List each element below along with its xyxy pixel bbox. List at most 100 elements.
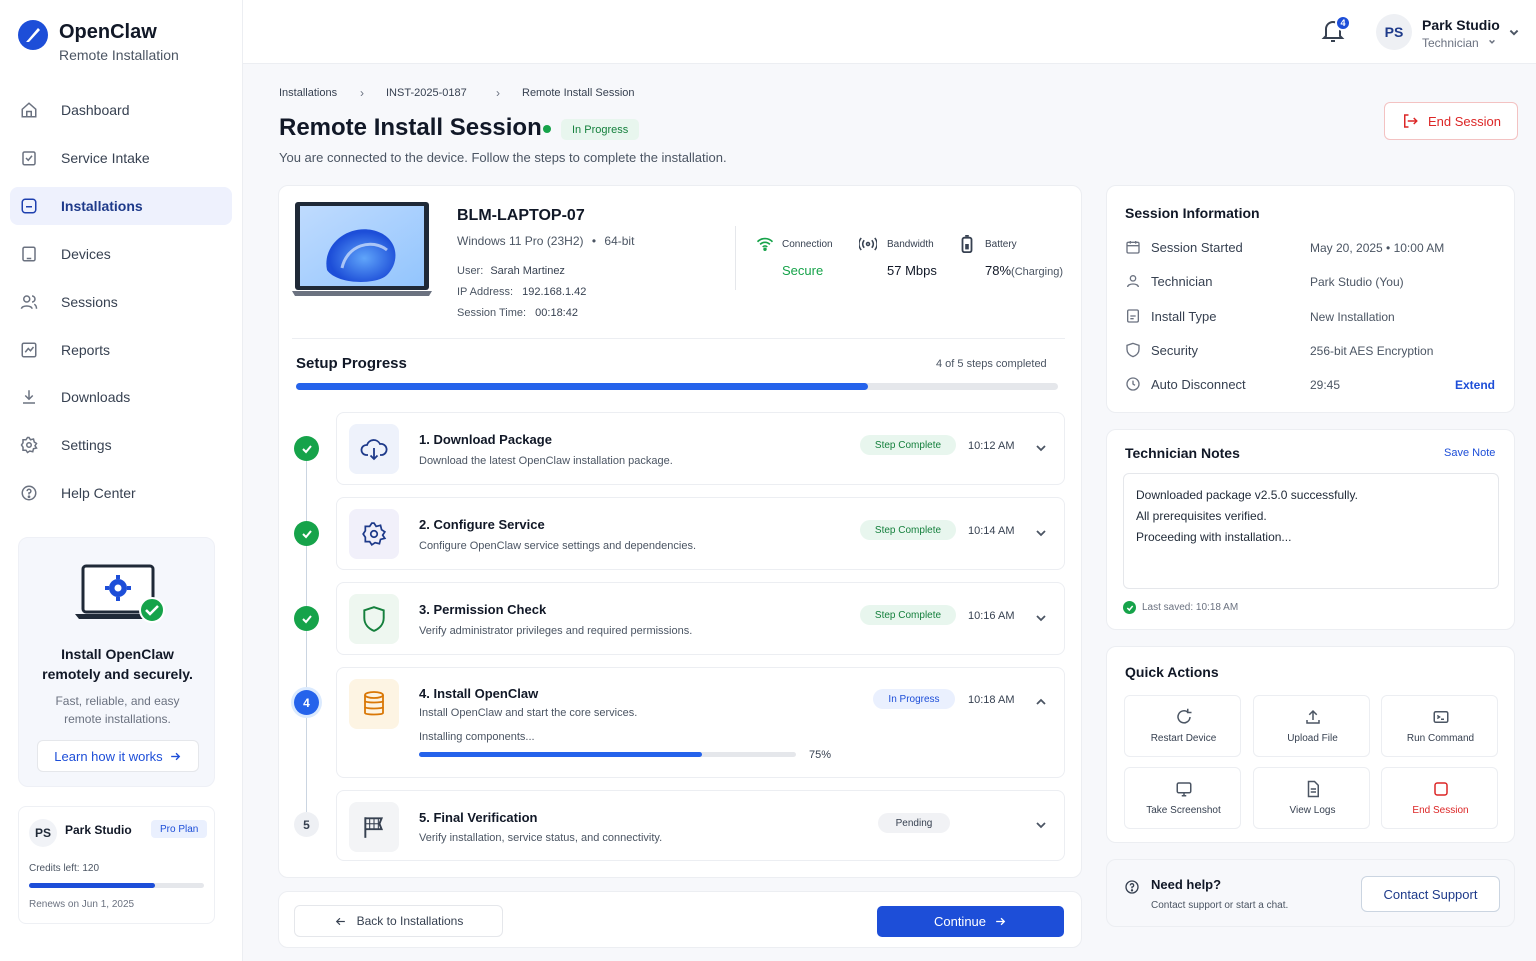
- page-subtitle: You are connected to the device. Follow …: [279, 150, 727, 165]
- steps-completed-count: 4 of 5 steps completed: [936, 358, 1047, 370]
- wifi-icon: [756, 237, 774, 251]
- tablet-icon: [22, 246, 36, 262]
- info-label: Install Type: [1151, 309, 1217, 324]
- session-started-row: Session Started May 20, 2025 • 10:00 AM: [1125, 238, 1495, 258]
- sidebar-item-label: Installations: [61, 198, 143, 214]
- chevron-down-icon[interactable]: [1034, 611, 1048, 625]
- note-line: All prerequisites verified.: [1136, 509, 1267, 523]
- promo-title: Install OpenClaw remotely and securely.: [19, 644, 216, 684]
- info-icon: [1125, 880, 1139, 894]
- quick-action-label: Run Command: [1406, 733, 1475, 744]
- chevron-down-icon[interactable]: [1034, 818, 1048, 832]
- notifications-button[interactable]: 4: [1321, 15, 1351, 46]
- sidebar-item-downloads[interactable]: Downloads: [10, 378, 232, 416]
- continue-button[interactable]: Continue: [877, 906, 1064, 937]
- chart-icon: [21, 342, 37, 358]
- extend-link[interactable]: Extend: [1455, 378, 1495, 392]
- upload-icon: [1306, 709, 1320, 724]
- end-session-quick-button[interactable]: End Session: [1381, 767, 1498, 829]
- step-final-verification[interactable]: 5. Final Verification Verify installatio…: [336, 790, 1065, 861]
- chevron-up-icon[interactable]: [1034, 695, 1048, 709]
- notification-count-badge: 4: [1335, 15, 1351, 31]
- chevron-down-icon[interactable]: [1034, 441, 1048, 455]
- install-progress-percent: 75%: [809, 749, 832, 761]
- step-permission-check[interactable]: 3. Permission Check Verify administrator…: [336, 582, 1065, 655]
- promo-card: Install OpenClaw remotely and securely. …: [18, 537, 215, 787]
- step-description: Configure OpenClaw service settings and …: [419, 540, 696, 552]
- device-ip-label: IP Address:: [457, 286, 514, 298]
- sidebar-item-devices[interactable]: Devices: [10, 235, 232, 273]
- end-session-button[interactable]: End Session: [1384, 102, 1518, 140]
- user-icon: [1127, 275, 1139, 288]
- notes-title: Technician Notes: [1125, 445, 1240, 461]
- clock-icon: [1126, 377, 1140, 391]
- view-logs-button[interactable]: View Logs: [1253, 767, 1370, 829]
- help-title: Need help?: [1151, 877, 1222, 892]
- step-time: 10:14 AM: [968, 525, 1015, 537]
- help-icon: [21, 485, 37, 501]
- quick-actions-card: Quick Actions Restart Device Upload File…: [1106, 646, 1515, 843]
- laptop-image: [292, 200, 434, 298]
- last-saved: Last saved: 10:18 AM: [1142, 602, 1239, 613]
- sidebar-item-help-center[interactable]: Help Center: [10, 474, 232, 512]
- user-role: Technician: [1422, 36, 1479, 50]
- sidebar-item-settings[interactable]: Settings: [10, 426, 232, 464]
- help-card: Need help? Contact support or start a ch…: [1106, 859, 1515, 927]
- step-title: 4. Install OpenClaw: [419, 686, 539, 701]
- openclaw-logo-icon: [18, 20, 48, 50]
- step-install-openclaw[interactable]: 4. Install OpenClaw Install OpenClaw and…: [336, 667, 1065, 778]
- take-screenshot-button[interactable]: Take Screenshot: [1124, 767, 1241, 829]
- sidebar-item-sessions[interactable]: Sessions: [10, 283, 232, 321]
- breadcrumb-install-id[interactable]: INST-2025-0187: [386, 87, 467, 99]
- session-time-value: 00:18:42: [535, 307, 578, 319]
- user-avatar[interactable]: PS: [1376, 14, 1412, 50]
- step-status-badge: Pending: [878, 813, 950, 833]
- install-progress-fill: [419, 752, 702, 757]
- credits-bar: [29, 883, 204, 888]
- shield-icon: [349, 594, 399, 644]
- promo-desc-line2: remote installations.: [64, 712, 171, 726]
- bandwidth-value: 57 Mbps: [887, 263, 937, 278]
- step-number-active: 4: [294, 690, 319, 715]
- sidebar-item-reports[interactable]: Reports: [10, 331, 232, 369]
- step-title: 5. Final Verification: [419, 810, 538, 825]
- device-name: BLM-LAPTOP-07: [457, 207, 585, 224]
- run-command-button[interactable]: Run Command: [1381, 695, 1498, 757]
- promo-desc-line1: Fast, reliable, and easy: [55, 694, 180, 708]
- back-button[interactable]: Back to Installations: [294, 905, 503, 937]
- user-menu-chevron-icon[interactable]: [1508, 27, 1520, 39]
- sidebar-item-label: Settings: [61, 437, 112, 453]
- notes-textarea[interactable]: Downloaded package v2.5.0 successfully. …: [1123, 473, 1499, 589]
- chevron-down-icon[interactable]: [1034, 526, 1048, 540]
- breadcrumb-installations[interactable]: Installations: [279, 87, 337, 99]
- calendar-icon: [1126, 241, 1140, 254]
- sidebar-item-service-intake[interactable]: Service Intake: [10, 139, 232, 177]
- sidebar-item-installations[interactable]: Installations: [10, 187, 232, 225]
- bandwidth-icon: [859, 237, 877, 251]
- sidebar-item-dashboard[interactable]: Dashboard: [10, 91, 232, 129]
- divider: [292, 338, 1065, 339]
- connection-value: Secure: [782, 263, 824, 278]
- bullet-separator: •: [591, 234, 597, 248]
- step-title: 3. Permission Check: [419, 602, 547, 617]
- setup-progress-bar: [296, 383, 1058, 390]
- download-icon: [23, 390, 35, 404]
- step-download-package[interactable]: 1. Download Package Download the latest …: [336, 412, 1065, 485]
- save-note-link[interactable]: Save Note: [1444, 447, 1495, 459]
- step-status-badge: Step Complete: [860, 435, 956, 455]
- upload-file-button[interactable]: Upload File: [1253, 695, 1370, 757]
- device-user-label: User:: [457, 265, 484, 277]
- device-arch: 64-bit: [604, 234, 635, 248]
- device-ip-value: 192.168.1.42: [522, 286, 587, 298]
- step-configure-service[interactable]: 2. Configure Service Configure OpenClaw …: [336, 497, 1065, 570]
- contact-support-button[interactable]: Contact Support: [1361, 876, 1500, 912]
- refresh-icon: [1177, 708, 1192, 724]
- learn-how-button[interactable]: Learn how it works: [37, 740, 199, 772]
- info-value: May 20, 2025 • 10:00 AM: [1310, 241, 1445, 255]
- battery-icon: [961, 235, 973, 253]
- account-card: PS Park Studio Pro Plan Credits left: 12…: [18, 806, 215, 924]
- status-badge: In Progress: [561, 119, 640, 140]
- restart-device-button[interactable]: Restart Device: [1124, 695, 1241, 757]
- quick-actions-title: Quick Actions: [1125, 664, 1219, 680]
- sidebar-item-label: Reports: [61, 342, 111, 358]
